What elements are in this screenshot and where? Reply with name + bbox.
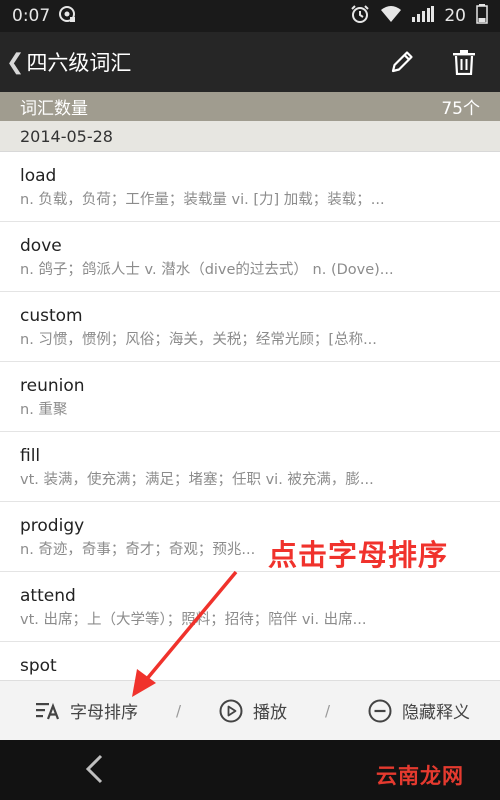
word-list[interactable]: load n. 负载，负荷；工作量；装载量 vi. [力] 加载；装载；... … bbox=[0, 152, 500, 680]
word-text: dove bbox=[20, 236, 62, 256]
word-text: fill bbox=[20, 446, 41, 466]
hide-definitions-button[interactable]: 隐藏释义 bbox=[368, 698, 470, 723]
trash-icon bbox=[453, 50, 475, 75]
edit-button[interactable] bbox=[378, 38, 426, 86]
battery-icon bbox=[476, 3, 488, 29]
play-label: 播放 bbox=[253, 703, 287, 723]
word-meaning: vt. 装满，使充满；满足；堵塞；任职 vi. 被充满，膨... bbox=[20, 472, 374, 488]
word-meaning: n. 重聚 bbox=[20, 402, 68, 418]
list-item[interactable]: attend vt. 出席；上（大学等）；照料；招待；陪伴 vi. 出席... bbox=[0, 572, 500, 642]
sort-label: 字母排序 bbox=[70, 703, 138, 723]
annotation-callout: 点击字母排序 bbox=[268, 538, 449, 572]
signal-icon bbox=[412, 5, 435, 27]
status-bar: 0:07 20 bbox=[0, 0, 500, 32]
bottom-action-bar: 字母排序 / 播放 / 隐藏释义 bbox=[0, 680, 500, 740]
word-meaning: vt. 出席；上（大学等）；照料；招待；陪伴 vi. 出席... bbox=[20, 612, 367, 628]
word-text: spot bbox=[20, 656, 57, 676]
app-bar: ❮ 四六级词汇 bbox=[0, 32, 500, 92]
watermark: 云南龙网 bbox=[376, 764, 464, 788]
separator: / bbox=[175, 701, 182, 720]
word-text: attend bbox=[20, 586, 76, 606]
battery-level: 20 bbox=[444, 6, 466, 26]
list-item[interactable]: spot bbox=[0, 642, 500, 680]
list-item[interactable]: custom n. 习惯，惯例；风俗；海关，关税；经常光顾；[总称... bbox=[0, 292, 500, 362]
wifi-icon bbox=[380, 5, 402, 28]
alarm-icon bbox=[350, 4, 370, 29]
word-meaning: n. 鸽子；鸽派人士 v. 潜水（dive的过去式） n. (Dove)... bbox=[20, 262, 394, 278]
sort-alphabetical-button[interactable]: 字母排序 bbox=[36, 698, 138, 723]
pencil-icon bbox=[391, 51, 413, 73]
word-text: load bbox=[20, 166, 57, 186]
system-back-icon[interactable] bbox=[84, 754, 106, 788]
word-count-bar: 词汇数量 75个 bbox=[0, 92, 500, 121]
list-item[interactable]: load n. 负载，负荷；工作量；装载量 vi. [力] 加载；装载；... bbox=[0, 152, 500, 222]
word-meaning: n. 负载，负荷；工作量；装载量 vi. [力] 加载；装载；... bbox=[20, 192, 385, 208]
word-meaning: n. 习惯，惯例；风俗；海关，关税；经常光顾；[总称... bbox=[20, 332, 377, 348]
word-count-value: 75个 bbox=[441, 99, 480, 119]
play-icon bbox=[219, 699, 243, 722]
list-item[interactable]: dove n. 鸽子；鸽派人士 v. 潜水（dive的过去式） n. (Dove… bbox=[0, 222, 500, 292]
sort-alpha-icon bbox=[36, 702, 60, 719]
back-chevron-icon[interactable]: ❮ bbox=[6, 50, 24, 75]
hide-icon bbox=[368, 699, 392, 722]
list-item[interactable]: fill vt. 装满，使充满；满足；堵塞；任职 vi. 被充满，膨... bbox=[0, 432, 500, 502]
date-label: 2014-05-28 bbox=[20, 126, 113, 146]
separator: / bbox=[324, 701, 331, 720]
word-text: custom bbox=[20, 306, 83, 326]
delete-button[interactable] bbox=[440, 38, 488, 86]
word-count-label: 词汇数量 bbox=[20, 99, 88, 119]
word-text: reunion bbox=[20, 376, 85, 396]
play-button[interactable]: 播放 bbox=[219, 698, 287, 723]
date-header: 2014-05-28 bbox=[0, 121, 500, 152]
page-title: 四六级词汇 bbox=[26, 51, 132, 75]
status-time: 0:07 bbox=[12, 6, 51, 26]
notification-icon bbox=[58, 5, 76, 28]
list-item[interactable]: reunion n. 重聚 bbox=[0, 362, 500, 432]
hide-label: 隐藏释义 bbox=[402, 703, 470, 723]
